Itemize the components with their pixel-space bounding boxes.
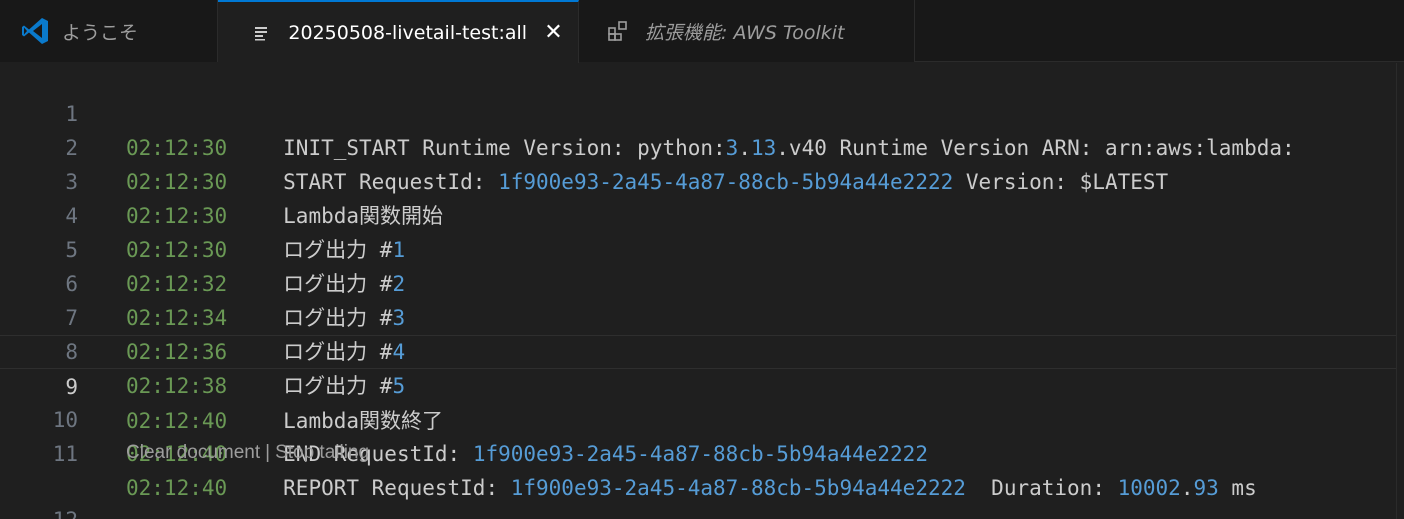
stop-tailing-link[interactable]: Stop tailing bbox=[275, 442, 369, 463]
editor-line: 1 02:12:30 INIT_START Runtime Version: py… bbox=[0, 63, 1404, 160]
close-icon[interactable]: ✕ bbox=[543, 20, 564, 45]
log-message: END RequestId: 1f900e93-2a45-4a87-88cb-5… bbox=[283, 442, 928, 466]
codelens-actions: Clear document | Stop tailing bbox=[126, 438, 369, 468]
editor-line: 3 02:12:30 Lambda関数開始 bbox=[0, 131, 1404, 228]
editor-line: 11 02:12:40 REPORT RequestId: 1f900e93-2a… bbox=[0, 403, 1404, 500]
vscode-logo-icon bbox=[18, 14, 52, 48]
editor-line: 8 02:12:38 ログ出力 #5 bbox=[0, 301, 1404, 398]
vertical-scrollbar[interactable] bbox=[1396, 63, 1404, 519]
editor-line: 12 bbox=[0, 469, 1404, 519]
tab-livetail-log[interactable]: 20250508-livetail-test:all ✕ bbox=[218, 0, 579, 63]
tab-welcome[interactable]: ようこそ bbox=[0, 0, 218, 62]
editor-line: 6 02:12:34 ログ出力 #3 bbox=[0, 233, 1404, 330]
clear-document-link[interactable]: Clear document bbox=[126, 442, 260, 463]
editor-tab-bar: ようこそ 20250508-livetail-test:all ✕ 拡張機能: … bbox=[0, 0, 1404, 63]
line-number: 12 bbox=[0, 503, 78, 519]
editor-line: 10 02:12:40 END RequestId: 1f900e93-2a45-… bbox=[0, 369, 1404, 466]
line-number: 11 bbox=[52, 442, 78, 466]
tab-label: ようこそ bbox=[62, 21, 139, 44]
editor-line: 7 02:12:36 ログ出力 #4 bbox=[0, 267, 1404, 364]
editor-line: 4 02:12:30 ログ出力 #1 bbox=[0, 165, 1404, 262]
editor-line: 5 02:12:32 ログ出力 #2 bbox=[0, 199, 1404, 296]
tab-extension-aws-toolkit[interactable]: 拡張機能: AWS Toolkit bbox=[579, 0, 915, 62]
document-lines-icon bbox=[246, 16, 278, 50]
editor-line-current: 9 02:12:40 Lambda関数終了 bbox=[0, 335, 1404, 433]
extensions-icon bbox=[601, 14, 635, 48]
tab-label: 20250508-livetail-test:all bbox=[288, 21, 528, 44]
codelens-separator: | bbox=[265, 442, 271, 463]
editor-line: 2 02:12:30 START RequestId: 1f900e93-2a45… bbox=[0, 97, 1404, 194]
log-editor[interactable]: 1 02:12:30 INIT_START Runtime Version: py… bbox=[0, 63, 1404, 519]
tab-label: 拡張機能: AWS Toolkit bbox=[645, 21, 845, 44]
